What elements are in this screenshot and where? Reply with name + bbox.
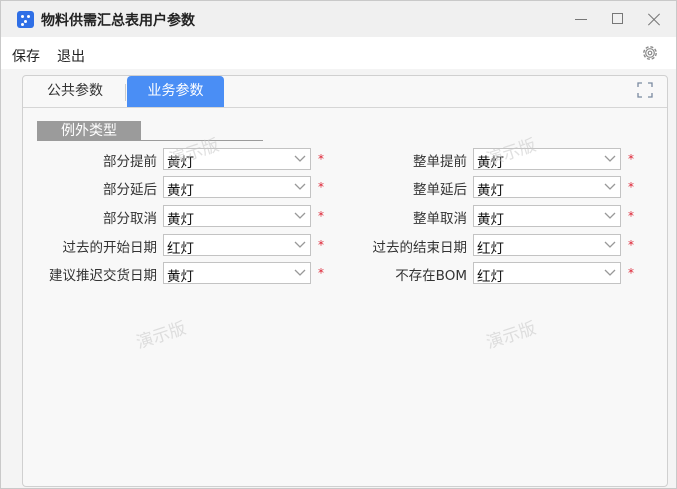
exit-menu-item[interactable]: 退出 xyxy=(57,46,85,66)
title-bar: 物料供需汇总表用户参数 xyxy=(1,1,676,37)
exception-select[interactable]: 红灯 xyxy=(473,234,621,257)
chevron-down-icon xyxy=(294,183,306,190)
required-mark: * xyxy=(318,209,324,223)
select-value: 红灯 xyxy=(477,269,504,285)
required-mark: * xyxy=(628,152,634,166)
app-window: 物料供需汇总表用户参数 保存 退出 公共参数 业务参数 例外类型 部分提前 黄灯… xyxy=(0,0,677,489)
required-mark: * xyxy=(318,180,324,194)
required-mark: * xyxy=(628,180,634,194)
field-label: 不存在BOM xyxy=(395,268,467,284)
required-mark: * xyxy=(318,152,324,166)
save-menu-item[interactable]: 保存 xyxy=(12,46,40,66)
tab-underline xyxy=(23,107,667,108)
exception-select[interactable]: 黄灯 xyxy=(473,176,621,199)
required-mark: * xyxy=(318,238,324,252)
tab-business-params[interactable]: 业务参数 xyxy=(127,76,224,107)
watermark: 演示版 xyxy=(133,318,189,354)
exception-select[interactable]: 红灯 xyxy=(163,234,311,257)
maximize-button[interactable] xyxy=(608,9,628,29)
chevron-down-icon xyxy=(604,212,616,219)
required-mark: * xyxy=(628,238,634,252)
chevron-down-icon xyxy=(294,212,306,219)
required-mark: * xyxy=(628,209,634,223)
chevron-down-icon xyxy=(604,183,616,190)
select-value: 黄灯 xyxy=(477,183,504,199)
menu-bar: 保存 退出 xyxy=(1,37,676,69)
chevron-down-icon xyxy=(294,269,306,276)
field-label: 部分延后 xyxy=(103,182,157,198)
chevron-down-icon xyxy=(294,241,306,248)
select-value: 黄灯 xyxy=(167,183,194,199)
window-title: 物料供需汇总表用户参数 xyxy=(41,13,195,29)
select-value: 红灯 xyxy=(477,241,504,257)
required-mark: * xyxy=(318,266,324,280)
field-label: 过去的开始日期 xyxy=(62,240,158,256)
section-title: 例外类型 xyxy=(37,121,141,141)
select-value: 红灯 xyxy=(167,241,194,257)
exception-select[interactable]: 黄灯 xyxy=(163,205,311,228)
chevron-down-icon xyxy=(294,155,306,162)
params-panel: 公共参数 业务参数 例外类型 部分提前 黄灯 * 部分延后 黄灯 * 部分取消 … xyxy=(22,75,668,487)
chevron-down-icon xyxy=(604,241,616,248)
select-value: 黄灯 xyxy=(477,212,504,228)
field-label: 整单提前 xyxy=(413,154,467,170)
expand-icon[interactable] xyxy=(637,82,653,98)
exception-select[interactable]: 黄灯 xyxy=(163,262,311,285)
exception-select[interactable]: 黄灯 xyxy=(473,205,621,228)
select-value: 黄灯 xyxy=(167,269,194,285)
chevron-down-icon xyxy=(604,155,616,162)
field-label: 建议推迟交货日期 xyxy=(49,268,157,284)
field-label: 部分取消 xyxy=(103,211,157,227)
chevron-down-icon xyxy=(604,269,616,276)
exception-select[interactable]: 黄灯 xyxy=(163,176,311,199)
watermark: 演示版 xyxy=(483,318,539,354)
exception-select[interactable]: 红灯 xyxy=(473,262,621,285)
select-value: 黄灯 xyxy=(167,212,194,228)
tab-divider xyxy=(125,84,126,101)
required-mark: * xyxy=(628,266,634,280)
gear-icon[interactable] xyxy=(641,44,659,62)
tab-public-params[interactable]: 公共参数 xyxy=(31,76,119,107)
field-label: 整单取消 xyxy=(413,211,467,227)
minimize-button[interactable] xyxy=(571,9,591,29)
app-icon xyxy=(17,11,34,28)
field-label: 部分提前 xyxy=(103,154,157,170)
field-label: 整单延后 xyxy=(413,182,467,198)
close-button[interactable] xyxy=(644,9,664,29)
field-label: 过去的结束日期 xyxy=(372,240,468,256)
